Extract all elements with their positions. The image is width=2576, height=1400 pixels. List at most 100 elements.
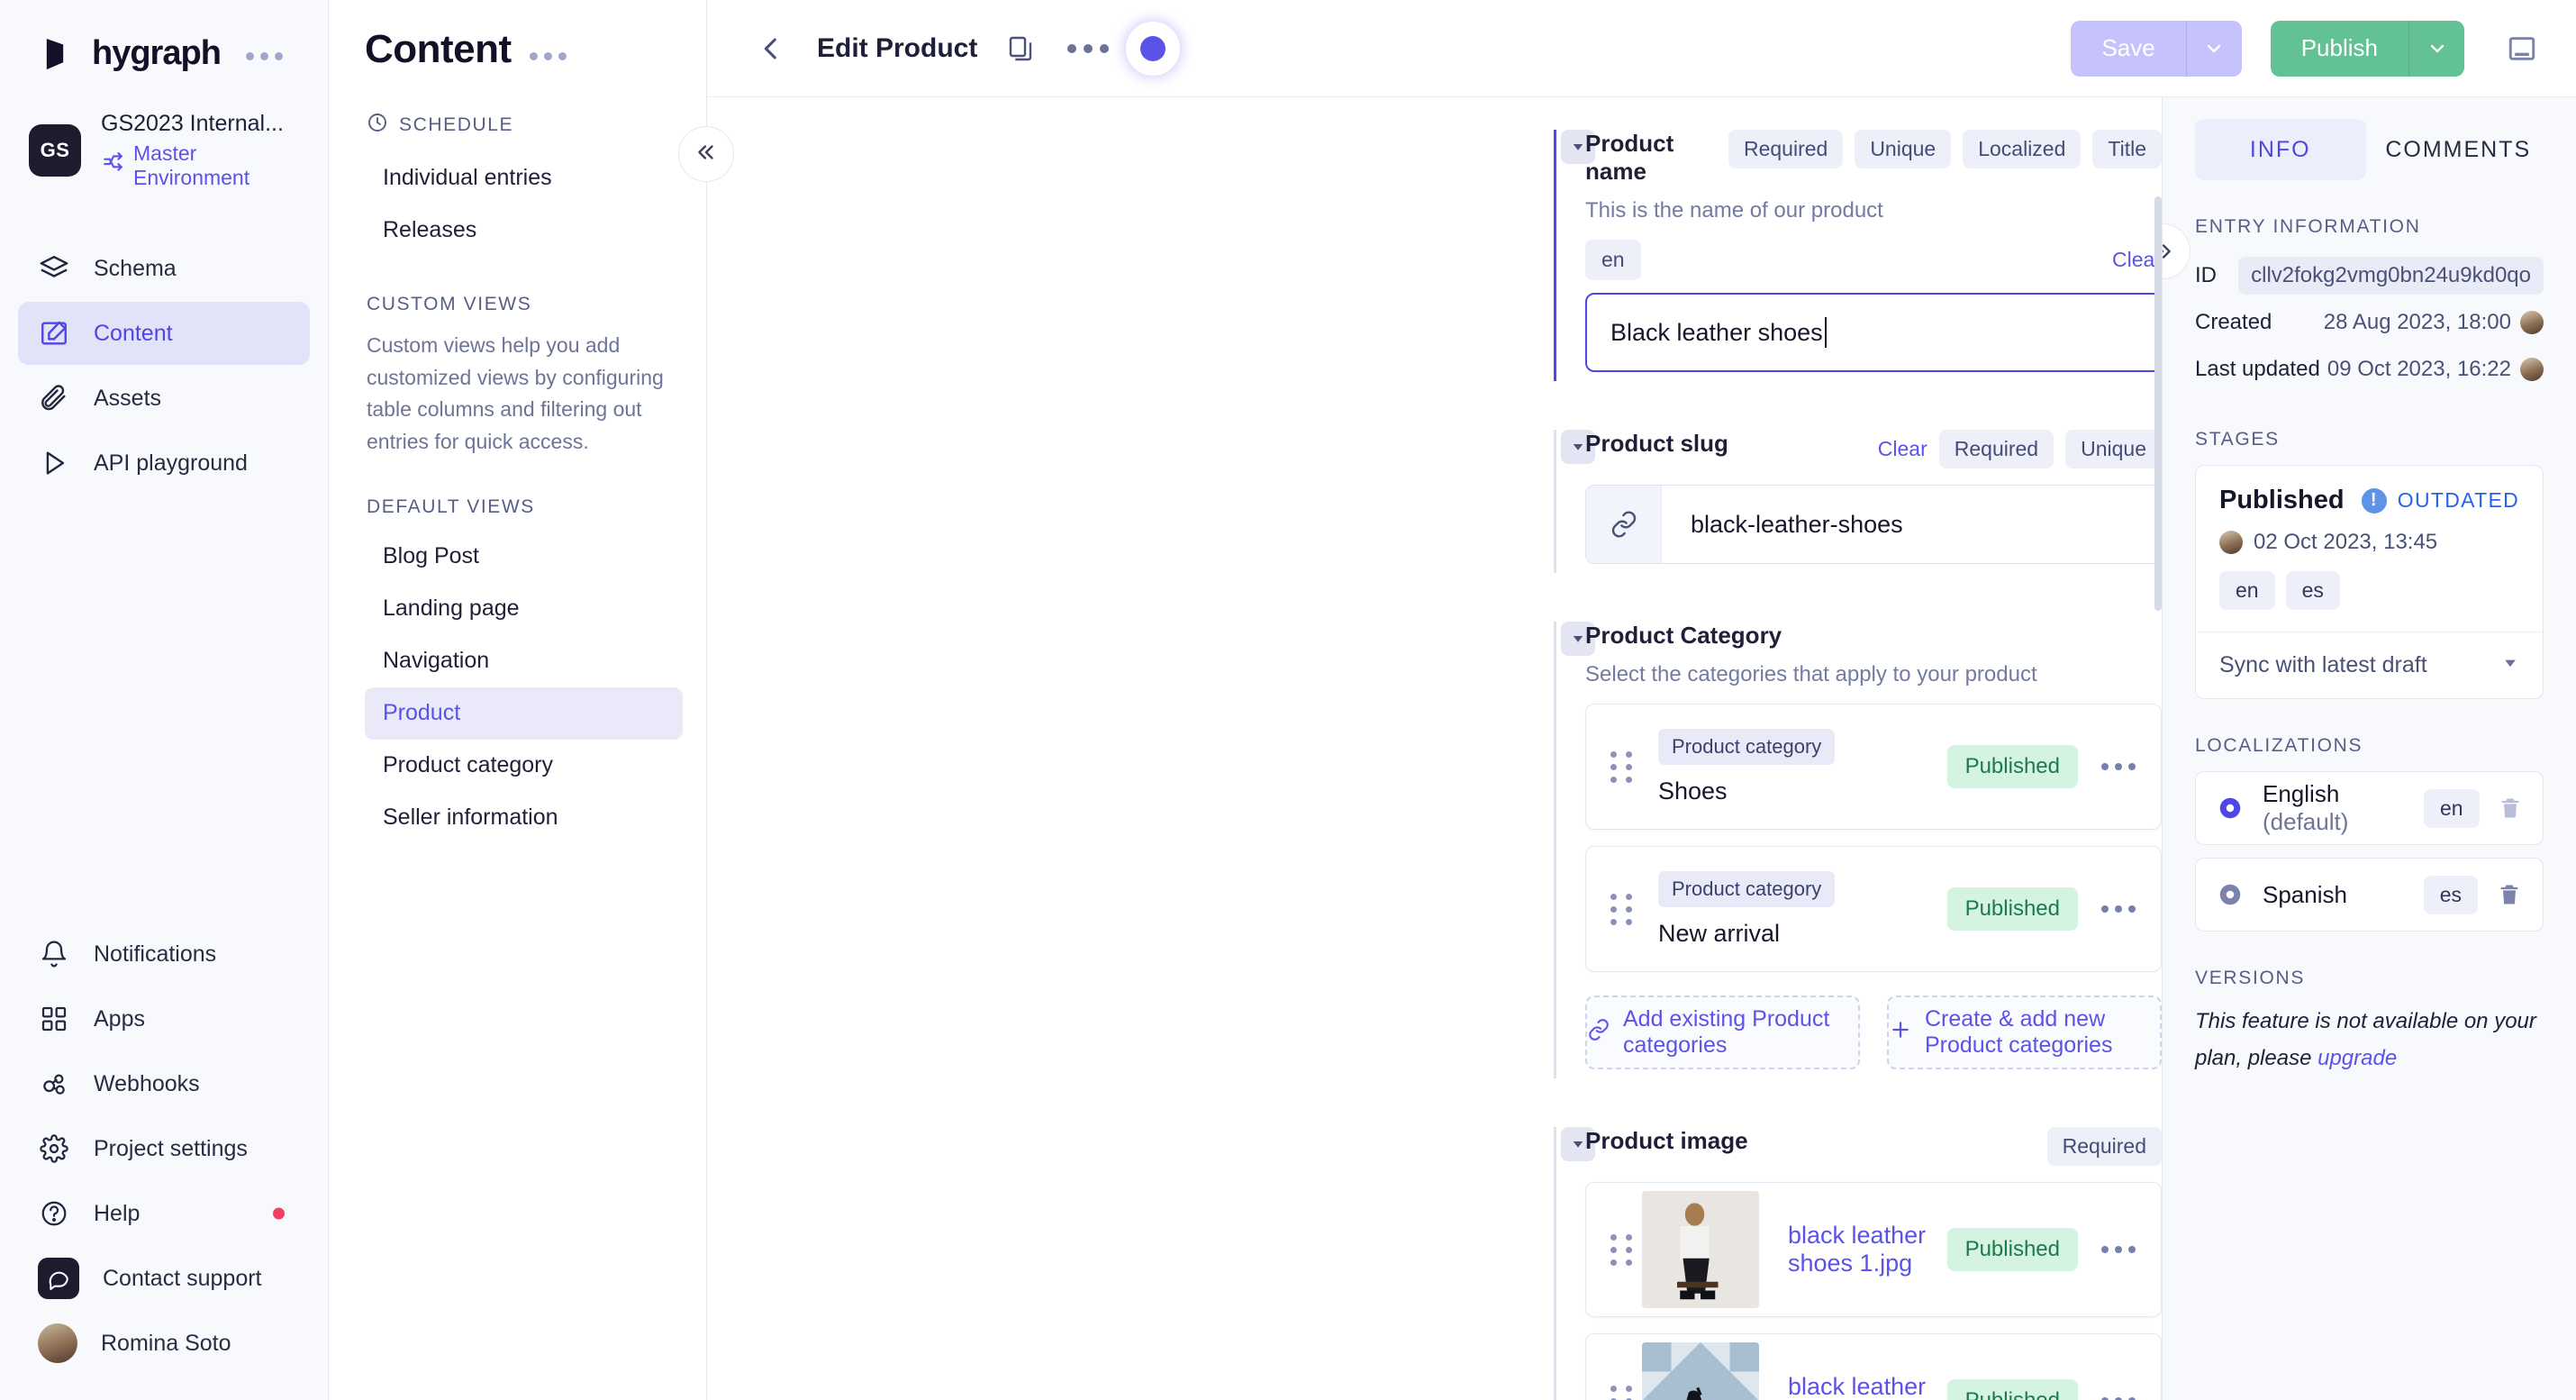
entry-type-tag: Product category [1658,728,1836,765]
eye-icon[interactable] [2216,880,2245,909]
row-more-menu-icon[interactable] [2101,1246,2136,1253]
chip-localized: Localized [1963,130,2082,168]
asset-filename[interactable]: black leather shoes 1.jpg [1788,1222,1926,1277]
stages-header: STAGES [2195,429,2280,450]
localization-row-spanish[interactable]: Spanish es [2195,858,2544,932]
add-existing-label: Add existing Product categories [1623,1006,1830,1058]
localization-default-suffix: (default) [2263,808,2349,835]
sidebar-item-apps[interactable]: Apps [18,987,310,1050]
row-more-menu-icon[interactable] [2101,763,2136,770]
sidebar-item-label: Schema [94,255,177,281]
duplicate-entry-button[interactable] [999,26,1044,71]
content-views-panel: Content SCHEDULE Individual entries Rele… [329,0,734,1400]
product-slug-input[interactable]: black-leather-shoes [1585,485,2162,564]
localization-row-english[interactable]: English (default) en [2195,771,2544,845]
upgrade-link[interactable]: upgrade [2317,1046,2397,1070]
collapse-info-panel-button[interactable] [2163,223,2191,279]
field-chips: Required Unique Localized Title [1728,130,2162,168]
drag-handle-icon[interactable] [1606,1233,1637,1266]
drag-handle-icon[interactable] [1606,893,1637,925]
drag-handle-icon[interactable] [1606,750,1637,783]
trash-icon [2500,885,2518,905]
sync-with-latest-draft-button[interactable]: Sync with latest draft [2196,632,2543,698]
locale-chip-en[interactable]: en [1585,240,1641,280]
localizations-header: LOCALIZATIONS [2195,735,2363,756]
form-scrollbar[interactable] [2154,196,2162,611]
user-name: Romina Soto [101,1330,231,1356]
sidebar-item-schema[interactable]: Schema [18,237,310,300]
sidebar-item-project-settings[interactable]: Project settings [18,1117,310,1180]
asset-filename[interactable]: black leather shoes 2.jpg [1788,1373,1926,1400]
default-view-navigation[interactable]: Navigation [365,635,683,687]
list-item[interactable]: black leather shoes 1.jpg Published [1585,1182,2162,1317]
chevron-left-icon [764,38,776,59]
sidebar-item-help[interactable]: Help [18,1182,310,1245]
entry-id-value[interactable]: cllv2fokg2vmg0bn24u9kd0qo [2238,257,2544,295]
sidebar-item-api-playground[interactable]: API playground [18,432,310,495]
save-dropdown-button[interactable] [2185,20,2242,77]
editor-more-menu-icon[interactable] [1067,43,1110,53]
webhook-icon [38,1068,70,1100]
publish-button[interactable]: Publish [2270,20,2464,77]
entry-updated-value: 09 Oct 2023, 16:22 [2327,357,2511,381]
sidebar-item-notifications[interactable]: Notifications [18,923,310,986]
sidebar-item-assets[interactable]: Assets [18,367,310,430]
list-item[interactable]: black leather shoes 2.jpg Published [1585,1333,2162,1400]
environment-row[interactable]: Master Environment [101,141,306,190]
left-sidebar: hygraph GS GS2023 Internal... Master Env… [0,0,329,1400]
entry-title: New arrival [1658,919,1781,947]
schedule-item-releases[interactable]: Releases [365,204,683,256]
tab-info[interactable]: INFO [2195,119,2366,180]
publish-dropdown-button[interactable] [2408,20,2464,77]
add-existing-product-categories-button[interactable]: Add existing Product categories [1585,995,1860,1069]
presence-indicator[interactable] [1130,25,1176,71]
drag-handle-icon[interactable] [1606,1385,1637,1400]
back-button[interactable] [747,24,795,73]
default-view-seller-information[interactable]: Seller information [365,792,683,844]
info-panel-tabs: INFO COMMENTS [2195,97,2544,180]
collapse-views-panel-button[interactable] [678,126,734,182]
page-title: Content [365,27,512,71]
default-view-blog-post[interactable]: Blog Post [365,531,683,583]
sidebar-item-user[interactable]: Romina Soto [18,1312,310,1375]
entry-type-tag: Product category [1658,870,1836,907]
sidebar-item-label: Content [94,320,173,346]
tab-comments[interactable]: COMMENTS [2373,119,2544,180]
chat-icon [38,1258,79,1299]
delete-localization-button[interactable] [2494,882,2525,907]
brand-logo[interactable]: hygraph [0,0,328,73]
sidebar-item-contact-support[interactable]: Contact support [18,1247,310,1310]
sidebar-item-webhooks[interactable]: Webhooks [18,1052,310,1115]
default-view-product-category[interactable]: Product category [365,740,683,792]
custom-views-section-header: CUSTOM VIEWS [367,294,683,315]
delete-localization-button[interactable] [2496,795,2525,821]
table-row[interactable]: Product category New arrival Published [1585,846,2162,972]
default-view-product[interactable]: Product [365,686,683,740]
help-notification-dot [273,1207,285,1220]
sidebar-item-content[interactable]: Content [18,302,310,365]
create-add-new-product-categories-button[interactable]: Create & add new Product categories [1887,995,2162,1069]
project-switcher[interactable]: GS GS2023 Internal... Master Environment [0,73,328,190]
eye-icon[interactable] [2216,794,2245,823]
versions-header: VERSIONS [2195,968,2306,988]
default-view-landing-page[interactable]: Landing page [365,583,683,635]
plus-icon [1889,1018,1912,1048]
table-row[interactable]: Product category Shoes Published [1585,704,2162,830]
stage-locale-en: en [2219,571,2275,610]
custom-views-label: CUSTOM VIEWS [367,294,532,314]
views-menu-icon[interactable] [529,51,567,60]
toggle-side-panel-button[interactable] [2499,25,2545,72]
chip-required: Required [2046,1127,2162,1166]
publish-label: Publish [2300,34,2378,61]
save-button[interactable]: Save [2071,20,2242,77]
clear-product-slug-button[interactable]: Clear [1878,437,1927,461]
product-name-input[interactable]: Black leather shoes [1585,293,2162,372]
brand-menu-icon[interactable] [245,52,283,60]
stage-date-value: 02 Oct 2023, 13:45 [2254,530,2438,554]
sidebar-item-label: Help [94,1200,141,1226]
row-more-menu-icon[interactable] [2101,905,2136,913]
stage-date-row: 02 Oct 2023, 13:45 [2219,530,2519,555]
main-area: Edit Product Save Publish Product name R… [707,0,2576,1400]
schedule-item-individual-entries[interactable]: Individual entries [365,151,683,204]
avatar [2520,311,2544,334]
